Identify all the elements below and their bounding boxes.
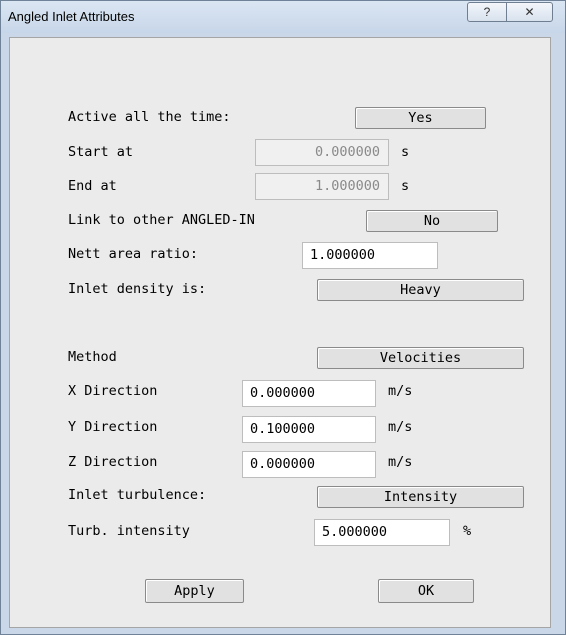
turbulence-label: Inlet turbulence: [68,487,207,503]
end-unit: s [401,178,410,194]
density-label: Inlet density is: [68,281,207,297]
x-direction-field[interactable]: 0.000000 [242,380,376,407]
window-title: Angled Inlet Attributes [8,9,135,24]
dialog-body: Active all the time: Yes Start at 0.0000… [9,37,551,628]
active-toggle-button[interactable]: Yes [355,107,486,129]
x-direction-label: X Direction [68,383,158,399]
density-button[interactable]: Heavy [317,279,524,301]
z-direction-label: Z Direction [68,454,158,470]
nett-area-field[interactable]: 1.000000 [302,242,438,269]
help-icon: ? [483,5,491,19]
nett-area-label: Nett area ratio: [68,246,199,262]
y-direction-label: Y Direction [68,419,158,435]
link-toggle-button[interactable]: No [366,210,498,232]
start-unit: s [401,144,410,160]
close-icon: ✕ [524,5,535,19]
turbulence-button[interactable]: Intensity [317,486,524,508]
z-direction-unit: m/s [388,454,413,470]
method-button[interactable]: Velocities [317,347,524,369]
y-direction-field[interactable]: 0.100000 [242,416,376,443]
z-direction-field[interactable]: 0.000000 [242,451,376,478]
active-label: Active all the time: [68,109,231,125]
end-field[interactable]: 1.000000 [255,173,389,200]
intensity-label: Turb. intensity [68,523,190,539]
title-bar: Angled Inlet Attributes ? ✕ [1,1,565,33]
apply-button[interactable]: Apply [145,579,244,603]
start-field[interactable]: 0.000000 [255,139,389,166]
y-direction-unit: m/s [388,419,413,435]
method-label: Method [68,349,117,365]
intensity-field[interactable]: 5.000000 [314,519,450,546]
intensity-unit: % [463,523,472,539]
close-button[interactable]: ✕ [506,2,553,22]
dialog-window: Angled Inlet Attributes ? ✕ Active all t… [0,0,566,635]
link-label: Link to other ANGLED-IN [68,212,255,228]
help-button[interactable]: ? [467,2,507,22]
x-direction-unit: m/s [388,383,413,399]
end-label: End at [68,178,117,194]
start-label: Start at [68,144,134,160]
ok-button[interactable]: OK [378,579,474,603]
